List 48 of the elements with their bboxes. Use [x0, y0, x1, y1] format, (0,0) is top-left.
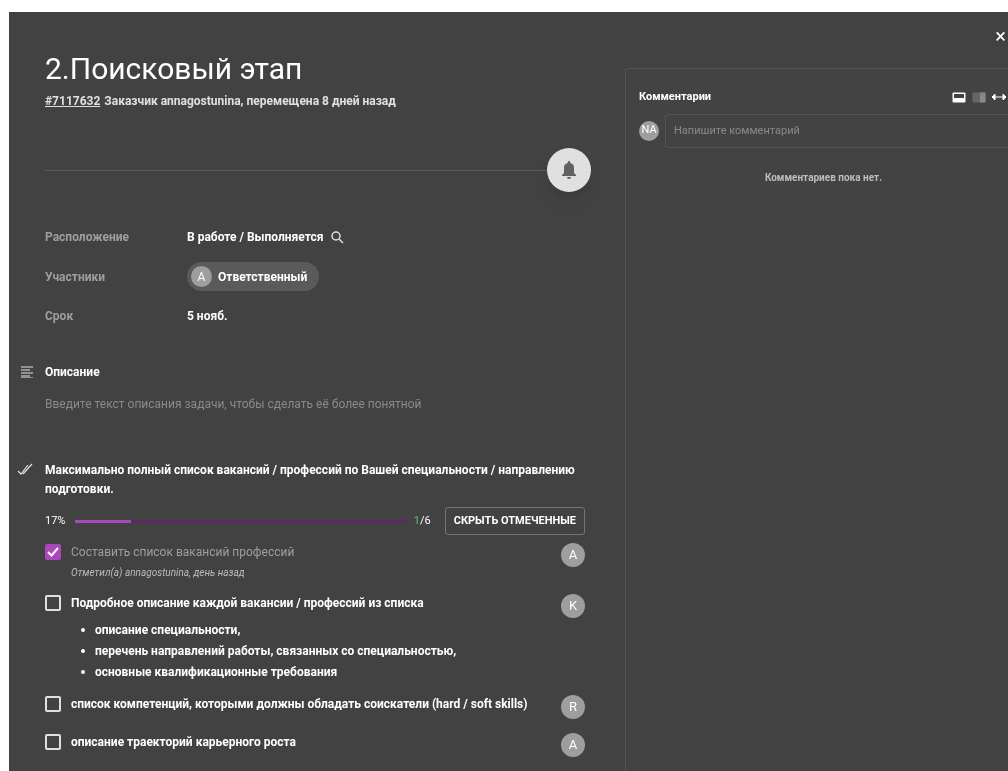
checklist-title: Максимально полный список вакансий / профессий по Вашей специальности / направлению подготовки.	[45, 462, 576, 498]
comments-title: Комментарии	[639, 89, 712, 105]
task-meta: Заказчик annagostunina, перемещена 8 дней назад	[104, 93, 396, 110]
checklist-item-text: список компетенций, которыми должны обладать соискатели (hard / soft skills)	[71, 696, 529, 713]
close-button[interactable]: ×	[995, 26, 1006, 46]
description-icon	[21, 366, 33, 378]
progress-percent: 17%	[45, 512, 67, 529]
bullet-text: основные квалификационные требования	[95, 664, 338, 681]
bullet-text: перечень направлений работы, связанных со специальностью,	[95, 643, 457, 660]
task-id-link[interactable]: #7117632	[45, 92, 101, 110]
checklist-icon	[17, 463, 33, 475]
avatar: A	[561, 733, 585, 757]
bullet-icon	[81, 670, 85, 674]
checklist-item-text: Подробное описание каждой вакансии / профессий из списка	[71, 595, 425, 612]
panel-bottom-icon	[952, 91, 966, 103]
search-icon	[331, 230, 345, 244]
section-heading: Описание	[45, 364, 100, 381]
field-value: В работе / Выполняется	[187, 229, 324, 246]
bullet-icon	[81, 628, 85, 632]
field-label: Срок	[45, 308, 75, 325]
checkbox[interactable]	[45, 734, 61, 750]
field-value: 5 нояб.	[187, 308, 228, 325]
field-label: Расположение	[45, 229, 130, 246]
avatar: A	[191, 266, 212, 287]
progress-count: 1/6	[413, 512, 431, 529]
checked-note: Отметил(а) annagostunina, день назад	[71, 566, 246, 580]
task-title: 2.Поисковый этап	[45, 50, 304, 88]
notification-button[interactable]	[547, 148, 591, 192]
avatar: NA	[639, 120, 659, 141]
checklist-item-text: Составить список вакансий профессий	[71, 544, 296, 561]
avatar: K	[561, 594, 585, 618]
hide-checked-button[interactable]: СКРЫТЬ ОТМЕЧЕННЫЕ	[444, 507, 585, 535]
checklist-item-text: описание траекторий карьерного роста	[71, 734, 297, 751]
avatar: R	[561, 695, 585, 719]
avatar: A	[561, 543, 585, 567]
bell-icon	[561, 161, 577, 179]
checkbox[interactable]	[45, 544, 61, 560]
checkbox[interactable]	[45, 595, 61, 611]
panel-side-icon	[972, 91, 986, 103]
comment-field[interactable]: Напишите комментарий	[665, 113, 1008, 148]
bullet-text: описание специальности,	[95, 622, 241, 639]
bullet-icon	[81, 649, 85, 653]
empty-comments-text: Комментариев пока нет.	[763, 170, 884, 185]
member-chip[interactable]: A Ответственный	[187, 262, 320, 291]
expand-icon	[992, 93, 1006, 102]
field-label: Участники	[45, 268, 107, 286]
checkmark-icon	[47, 547, 59, 557]
checkbox[interactable]	[45, 696, 61, 712]
